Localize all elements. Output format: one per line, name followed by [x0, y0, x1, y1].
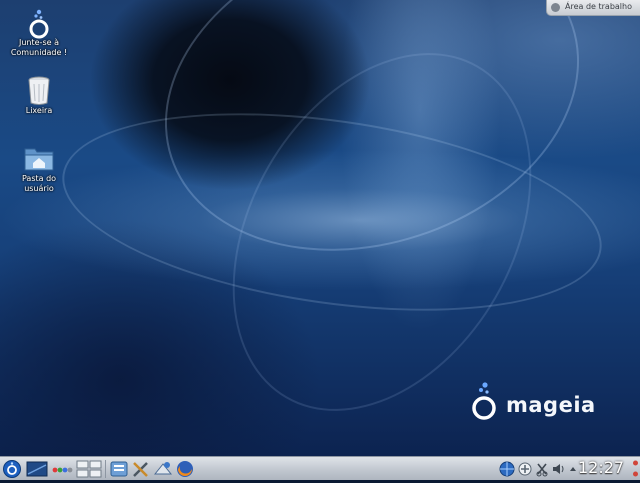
- desktop-toolbox-button[interactable]: Área de trabalho: [546, 0, 640, 16]
- volume-icon[interactable]: [551, 460, 567, 478]
- desktop-icon-label: Pasta do usuário: [21, 174, 57, 193]
- desktop-icon-trash[interactable]: Lixeira: [9, 76, 69, 116]
- mail-client-icon[interactable]: [153, 460, 173, 478]
- toolbox-icon: [551, 3, 560, 12]
- show-desktop-icon[interactable]: [26, 460, 48, 478]
- trash-icon: [23, 76, 55, 106]
- clock[interactable]: 12:27: [578, 458, 624, 477]
- mageia-menu-icon[interactable]: [2, 460, 22, 478]
- desktop-icon-label: Lixeira: [25, 106, 53, 115]
- mageia-logo: mageia: [472, 380, 602, 424]
- color-dots-icon[interactable]: [51, 460, 73, 478]
- panel-toolbox-icon[interactable]: [632, 459, 639, 479]
- mageia-community-icon: [23, 8, 55, 39]
- pager-icon[interactable]: [76, 460, 102, 478]
- home-folder-icon: [23, 144, 55, 174]
- taskbar: 12:27: [0, 456, 640, 480]
- clipboard-icon[interactable]: [535, 460, 549, 478]
- network-globe-icon[interactable]: [498, 460, 516, 478]
- logo-text: mageia: [506, 393, 596, 417]
- taskbar-separator: [105, 460, 106, 478]
- mageia-logo-icon: [472, 382, 496, 420]
- desktop-icon-label: Junte-se à Comunidade !: [10, 38, 68, 57]
- tray-expand-icon[interactable]: [569, 460, 577, 478]
- toolbox-label: Área de trabalho: [565, 2, 632, 11]
- file-manager-icon[interactable]: [109, 460, 129, 478]
- desktop-icon-home-folder[interactable]: Pasta do usuário: [9, 144, 69, 194]
- firefox-icon[interactable]: [175, 460, 195, 478]
- desktop-icon-community[interactable]: Junte-se à Comunidade !: [9, 8, 69, 58]
- update-icon[interactable]: [517, 460, 533, 478]
- tools-icon[interactable]: [131, 460, 151, 478]
